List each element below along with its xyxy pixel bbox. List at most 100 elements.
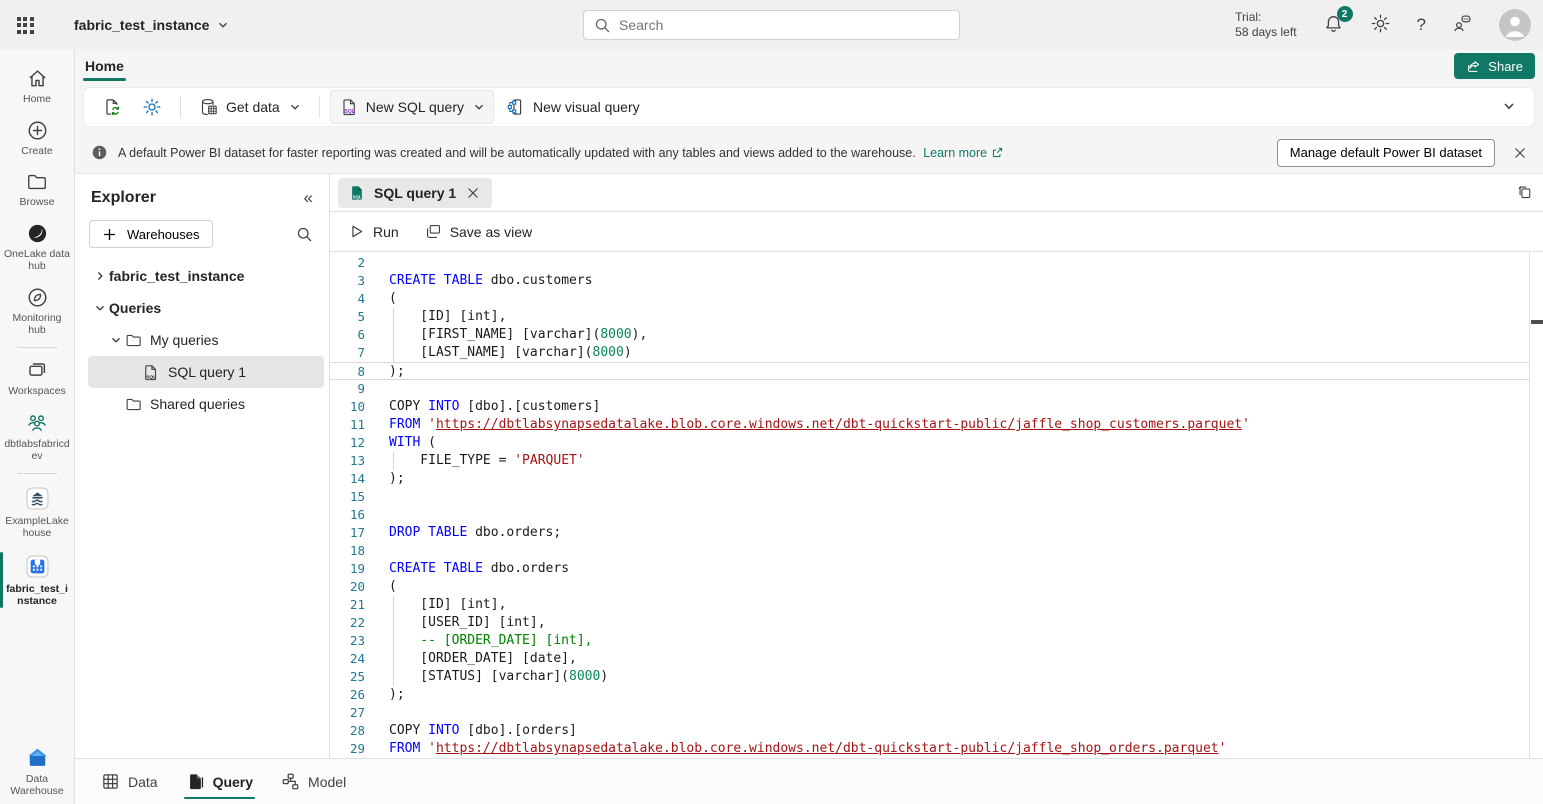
app-launcher-icon[interactable] [0, 0, 50, 50]
new-visual-query-button[interactable]: New visual query [498, 91, 648, 123]
code-line-29[interactable]: 29FROM 'https://dbtlabsynapsedatalake.bl… [330, 740, 1529, 758]
tree-item-queries[interactable]: Queries [75, 292, 324, 324]
line-number: 7 [330, 344, 365, 362]
rail-item-examplelakehouse[interactable]: ExampleLakehouse [0, 478, 75, 546]
tree-item-shared-queries[interactable]: Shared queries [75, 388, 324, 420]
tree-item-my-queries[interactable]: My queries [75, 324, 324, 356]
rail-item-onelake-data-hub[interactable]: OneLake data hub [0, 215, 75, 279]
code-line-15[interactable]: 15 [330, 488, 1529, 506]
warehouse-settings-button[interactable] [134, 91, 170, 123]
chevron-down-icon [217, 19, 229, 31]
tab-home[interactable]: Home [83, 50, 126, 82]
code-line-5[interactable]: 5 [ID] [int], [330, 308, 1529, 326]
rail-item-label: fabric_test_instance [4, 583, 70, 607]
learn-more-link[interactable]: Learn more [923, 146, 1004, 160]
code-line-6[interactable]: 6 [FIRST_NAME] [varchar](8000), [330, 326, 1529, 344]
code-line-28[interactable]: 28COPY INTO [dbo].[orders] [330, 722, 1529, 740]
rail-item-create[interactable]: Create [0, 112, 75, 164]
chevron-right-icon[interactable] [91, 270, 109, 282]
rail-item-fabric-test-instance[interactable]: fabric_test_instance [0, 546, 75, 614]
code-line-22[interactable]: 22 [USER_ID] [int], [330, 614, 1529, 632]
code-line-13[interactable]: 13 FILE_TYPE = 'PARQUET' [330, 452, 1529, 470]
rail-item-label: OneLake data hub [4, 248, 70, 272]
feedback-button[interactable] [1452, 13, 1473, 37]
banner-close-icon[interactable] [1511, 144, 1529, 162]
line-number: 2 [330, 254, 365, 272]
code-line-20[interactable]: 20( [330, 578, 1529, 596]
rail-item-home[interactable]: Home [0, 60, 75, 112]
help-button[interactable]: ? [1417, 15, 1426, 35]
code-line-7[interactable]: 7 [LAST_NAME] [varchar](8000) [330, 344, 1529, 362]
code-line-21[interactable]: 21 [ID] [int], [330, 596, 1529, 614]
code-line-24[interactable]: 24 [ORDER_DATE] [date], [330, 650, 1529, 668]
code-line-16[interactable]: 16 [330, 506, 1529, 524]
share-button[interactable]: Share [1454, 53, 1535, 79]
line-number: 9 [330, 380, 365, 398]
overview-ruler[interactable] [1529, 252, 1543, 758]
rail-item-label: ExampleLakehouse [4, 515, 70, 539]
code-line-18[interactable]: 18 [330, 542, 1529, 560]
tab-sql-query-1[interactable]: SQL SQL query 1 [338, 178, 492, 208]
rail-item-dbtlabsfabricdev[interactable]: dbtlabsfabricdev [0, 404, 75, 469]
code-text: -- [ORDER_DATE] [int], [389, 632, 593, 650]
rail-item-monitoring-hub[interactable]: Monitoring hub [0, 279, 75, 343]
tree-item-sql-query-1[interactable]: SQLSQL query 1 [88, 356, 324, 388]
code-line-25[interactable]: 25 [STATUS] [varchar](8000) [330, 668, 1529, 686]
view-tab-model[interactable]: Model [271, 759, 356, 804]
workspace-switcher[interactable]: fabric_test_instance [74, 17, 229, 33]
view-tab-data[interactable]: Data [91, 759, 168, 804]
code-line-4[interactable]: 4( [330, 290, 1529, 308]
notifications-button[interactable]: 2 [1323, 13, 1344, 37]
code-line-8[interactable]: 8); [330, 362, 1529, 380]
code-text: ( [389, 290, 397, 308]
run-button[interactable]: Run [348, 223, 399, 240]
rail-item-data-warehouse[interactable]: Data Warehouse [0, 738, 75, 804]
code-line-9[interactable]: 9 [330, 380, 1529, 398]
rail-item-workspaces[interactable]: Workspaces [0, 352, 75, 404]
code-text: WITH ( [389, 434, 436, 452]
code-line-19[interactable]: 19CREATE TABLE dbo.orders [330, 560, 1529, 578]
toolbar-expand-button[interactable] [1494, 95, 1524, 120]
ribbon-toolbar-row: Get data SQL New SQL query New visual qu… [75, 82, 1543, 132]
code-line-26[interactable]: 26); [330, 686, 1529, 704]
rail-item-browse[interactable]: Browse [0, 164, 75, 215]
code-line-17[interactable]: 17DROP TABLE dbo.orders; [330, 524, 1529, 542]
settings-button[interactable] [1370, 13, 1391, 37]
close-tab-icon[interactable] [464, 184, 482, 202]
line-number: 15 [330, 488, 365, 506]
code-editor[interactable]: 23CREATE TABLE dbo.customers4(5 [ID] [in… [330, 252, 1543, 758]
search-input[interactable] [619, 17, 949, 33]
query-editor: SQL SQL query 1 Run Save as view [330, 174, 1543, 758]
tree-item-label: SQL query 1 [168, 364, 246, 380]
toolbar-divider [319, 96, 320, 118]
collapse-explorer-button[interactable]: « [304, 188, 313, 208]
chevron-down-icon[interactable] [107, 334, 125, 346]
rail-item-label: Home [4, 93, 70, 105]
code-line-3[interactable]: 3CREATE TABLE dbo.customers [330, 272, 1529, 290]
tree-item-fabric-test-instance[interactable]: fabric_test_instance [75, 260, 324, 292]
document-refresh-icon [102, 97, 122, 117]
code-line-2[interactable]: 2 [330, 254, 1529, 272]
copy-icon[interactable] [1516, 184, 1533, 201]
code-line-12[interactable]: 12WITH ( [330, 434, 1529, 452]
code-line-11[interactable]: 11FROM 'https://dbtlabsynapsedatalake.bl… [330, 416, 1529, 434]
trial-status: Trial: 58 days left [1235, 10, 1296, 40]
avatar[interactable] [1499, 9, 1531, 41]
new-sql-query-button[interactable]: SQL New SQL query [330, 90, 494, 124]
top-bar: fabric_test_instance Trial: 58 days left… [0, 0, 1543, 50]
code-line-14[interactable]: 14); [330, 470, 1529, 488]
refresh-script-button[interactable] [94, 91, 130, 123]
new-warehouse-button[interactable]: Warehouses [89, 220, 213, 248]
get-data-button[interactable]: Get data [191, 91, 309, 123]
code-line-10[interactable]: 10COPY INTO [dbo].[customers] [330, 398, 1529, 416]
manage-dataset-button[interactable]: Manage default Power BI dataset [1277, 139, 1495, 167]
warehouse-badge-icon [24, 553, 51, 580]
explorer-search-icon[interactable] [296, 226, 313, 243]
chevron-down-icon[interactable] [91, 302, 109, 314]
view-tab-query[interactable]: Query [176, 759, 263, 804]
code-line-23[interactable]: 23 -- [ORDER_DATE] [int], [330, 632, 1529, 650]
gear-icon [142, 97, 162, 117]
code-line-27[interactable]: 27 [330, 704, 1529, 722]
save-as-view-button[interactable]: Save as view [425, 223, 532, 240]
global-search[interactable] [583, 10, 960, 40]
